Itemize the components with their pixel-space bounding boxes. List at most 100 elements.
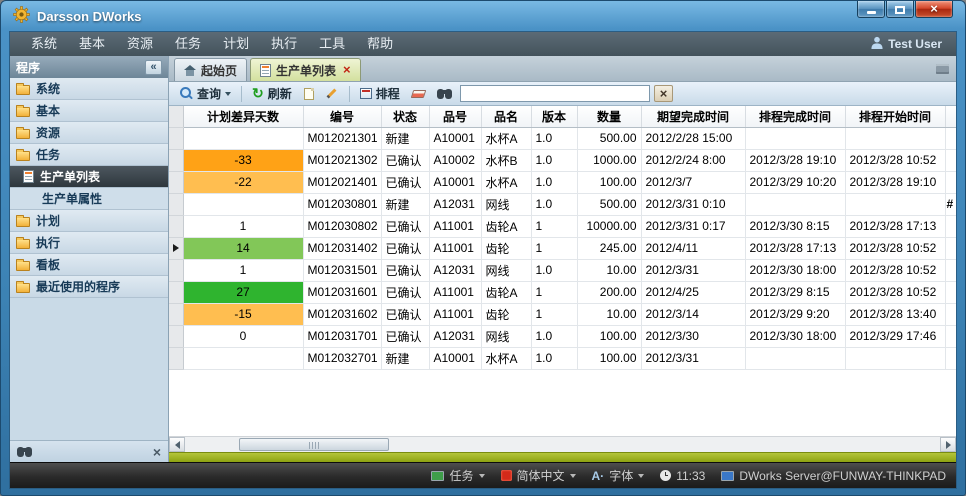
row-selector-cell[interactable] [169,171,183,193]
grid-cell: M012030802 [303,215,381,237]
sidebar-item[interactable]: 最近使用的程序 [10,276,168,298]
menu-item[interactable]: 帮助 [356,32,404,56]
user-name: Test User [888,37,942,51]
sidebar-item[interactable]: 看板 [10,254,168,276]
grid-cell-partial [945,215,956,237]
grid-cell: M012021302 [303,149,381,171]
language-icon [501,470,512,481]
pin-icon[interactable] [936,64,949,74]
grid-row[interactable]: 27M012031601已确认A11001齿轮A1200.002012/4/25… [169,281,956,303]
find-button[interactable] [433,87,456,101]
sidebar-collapse-button[interactable]: « [145,60,162,75]
sidebar-item[interactable]: 生产单列表 [10,166,168,188]
clear-filter-icon[interactable] [153,445,161,459]
menu-item[interactable]: 计划 [212,32,260,56]
sidebar-item-label: 计划 [36,212,60,229]
menu-item[interactable]: 系统 [20,32,68,56]
scroll-right-button[interactable] [940,437,956,452]
menu-item[interactable]: 基本 [68,32,116,56]
sidebar-item[interactable]: 资源 [10,122,168,144]
grid-cell-partial [945,237,956,259]
titlebar[interactable]: Darsson DWorks [9,1,957,31]
maximize-button[interactable] [886,1,914,18]
statusbar-font[interactable]: 字体 [592,467,645,484]
sidebar-item[interactable]: 系统 [10,78,168,100]
menu-item[interactable]: 工具 [308,32,356,56]
row-selector-cell[interactable] [169,149,183,171]
row-selector-cell[interactable] [169,215,183,237]
filter-input[interactable] [460,85,650,102]
row-selector-cell[interactable] [169,127,183,149]
grid-cell: 1.0 [531,325,577,347]
grid-cell: 2012/3/29 8:15 [745,281,845,303]
grid-row[interactable]: 14M012031402已确认A11001齿轮1245.002012/4/112… [169,237,956,259]
grid-row[interactable]: 1M012031501已确认A12031网线1.010.002012/3/312… [169,259,956,281]
tab[interactable]: 生产单列表 [250,58,361,81]
minimize-button[interactable] [857,1,885,18]
grid-row[interactable]: -15M012031602已确认A11001齿轮110.002012/3/142… [169,303,956,325]
grid-cell [745,347,845,369]
grid-cell: 网线 [481,259,531,281]
grid-row[interactable]: -33M012021302已确认A10002水杯B1.01000.002012/… [169,149,956,171]
edit-button[interactable] [322,85,343,102]
sidebar-item[interactable]: 执行 [10,232,168,254]
row-selector-cell[interactable] [169,303,183,325]
column-header[interactable]: 品名 [481,106,531,127]
grid-row[interactable]: 0M012031701已确认A12031网线1.0100.002012/3/30… [169,325,956,347]
tab[interactable]: 起始页 [174,58,247,81]
sidebar-item[interactable]: 基本 [10,100,168,122]
menu-item[interactable]: 资源 [116,32,164,56]
grid-cell: 27 [183,281,303,303]
grid-row[interactable]: -22M012021401已确认A10001水杯A1.0100.002012/3… [169,171,956,193]
grid-row[interactable]: M012032701新建A10001水杯A1.0100.002012/3/31 [169,347,956,369]
sidebar-item[interactable]: 生产单属性 [10,188,168,210]
find-icon[interactable] [17,447,32,457]
row-selector-cell[interactable] [169,325,183,347]
row-selector-cell[interactable] [169,193,183,215]
sidebar-item[interactable]: 计划 [10,210,168,232]
column-header[interactable]: 数量 [577,106,641,127]
column-header[interactable]: 排程完成时间 [745,106,845,127]
column-header[interactable]: 状态 [381,106,429,127]
grid-row[interactable]: M012021301新建A10001水杯A1.0500.002012/2/28 … [169,127,956,149]
grid-cell: 已确认 [381,259,429,281]
column-header[interactable]: 版本 [531,106,577,127]
column-header[interactable]: 计划差异天数 [183,106,303,127]
grid-cell [745,127,845,149]
row-selector-cell[interactable] [169,347,183,369]
new-button[interactable] [300,86,318,102]
row-selector-cell[interactable] [169,237,183,259]
clear-search-button[interactable] [654,85,674,102]
grid-row[interactable]: M012030801新建A12031网线1.0500.002012/3/31 0… [169,193,956,215]
column-header[interactable]: 排程开始时间 [845,106,945,127]
tab-close-icon[interactable] [343,64,351,76]
eraser-button[interactable] [408,88,429,100]
horizontal-scrollbar[interactable] [169,436,956,452]
user-indicator[interactable]: Test User [871,36,946,52]
column-header[interactable]: 编号 [303,106,381,127]
sidebar-item-label: 基本 [36,102,60,119]
toolbar-separator [349,86,350,102]
sidebar-item[interactable]: 任务 [10,144,168,166]
row-selector-cell[interactable] [169,259,183,281]
schedule-button[interactable]: 排程 [356,83,404,104]
scrollbar-thumb[interactable] [239,438,389,451]
row-selector-cell[interactable] [169,281,183,303]
statusbar-task[interactable]: 任务 [431,467,484,484]
grid-cell: 2012/3/28 10:52 [845,281,945,303]
statusbar-language[interactable]: 简体中文 [501,467,576,484]
close-button[interactable] [915,1,953,18]
menu-item[interactable]: 任务 [164,32,212,56]
grid-cell: 已确认 [381,281,429,303]
refresh-button[interactable]: 刷新 [248,83,296,104]
column-header[interactable]: 期望完成时间 [641,106,745,127]
grid-row[interactable]: 1M012030802已确认A11001齿轮A110000.002012/3/3… [169,215,956,237]
query-button[interactable]: 查询 [176,83,235,104]
scroll-left-button[interactable] [169,437,185,452]
grid-cell: 1 [531,303,577,325]
menu-item[interactable]: 执行 [260,32,308,56]
folder-icon [16,151,30,161]
column-header[interactable]: 品号 [429,106,481,127]
row-selector-header [169,106,183,127]
grid-cell: 1 [531,237,577,259]
